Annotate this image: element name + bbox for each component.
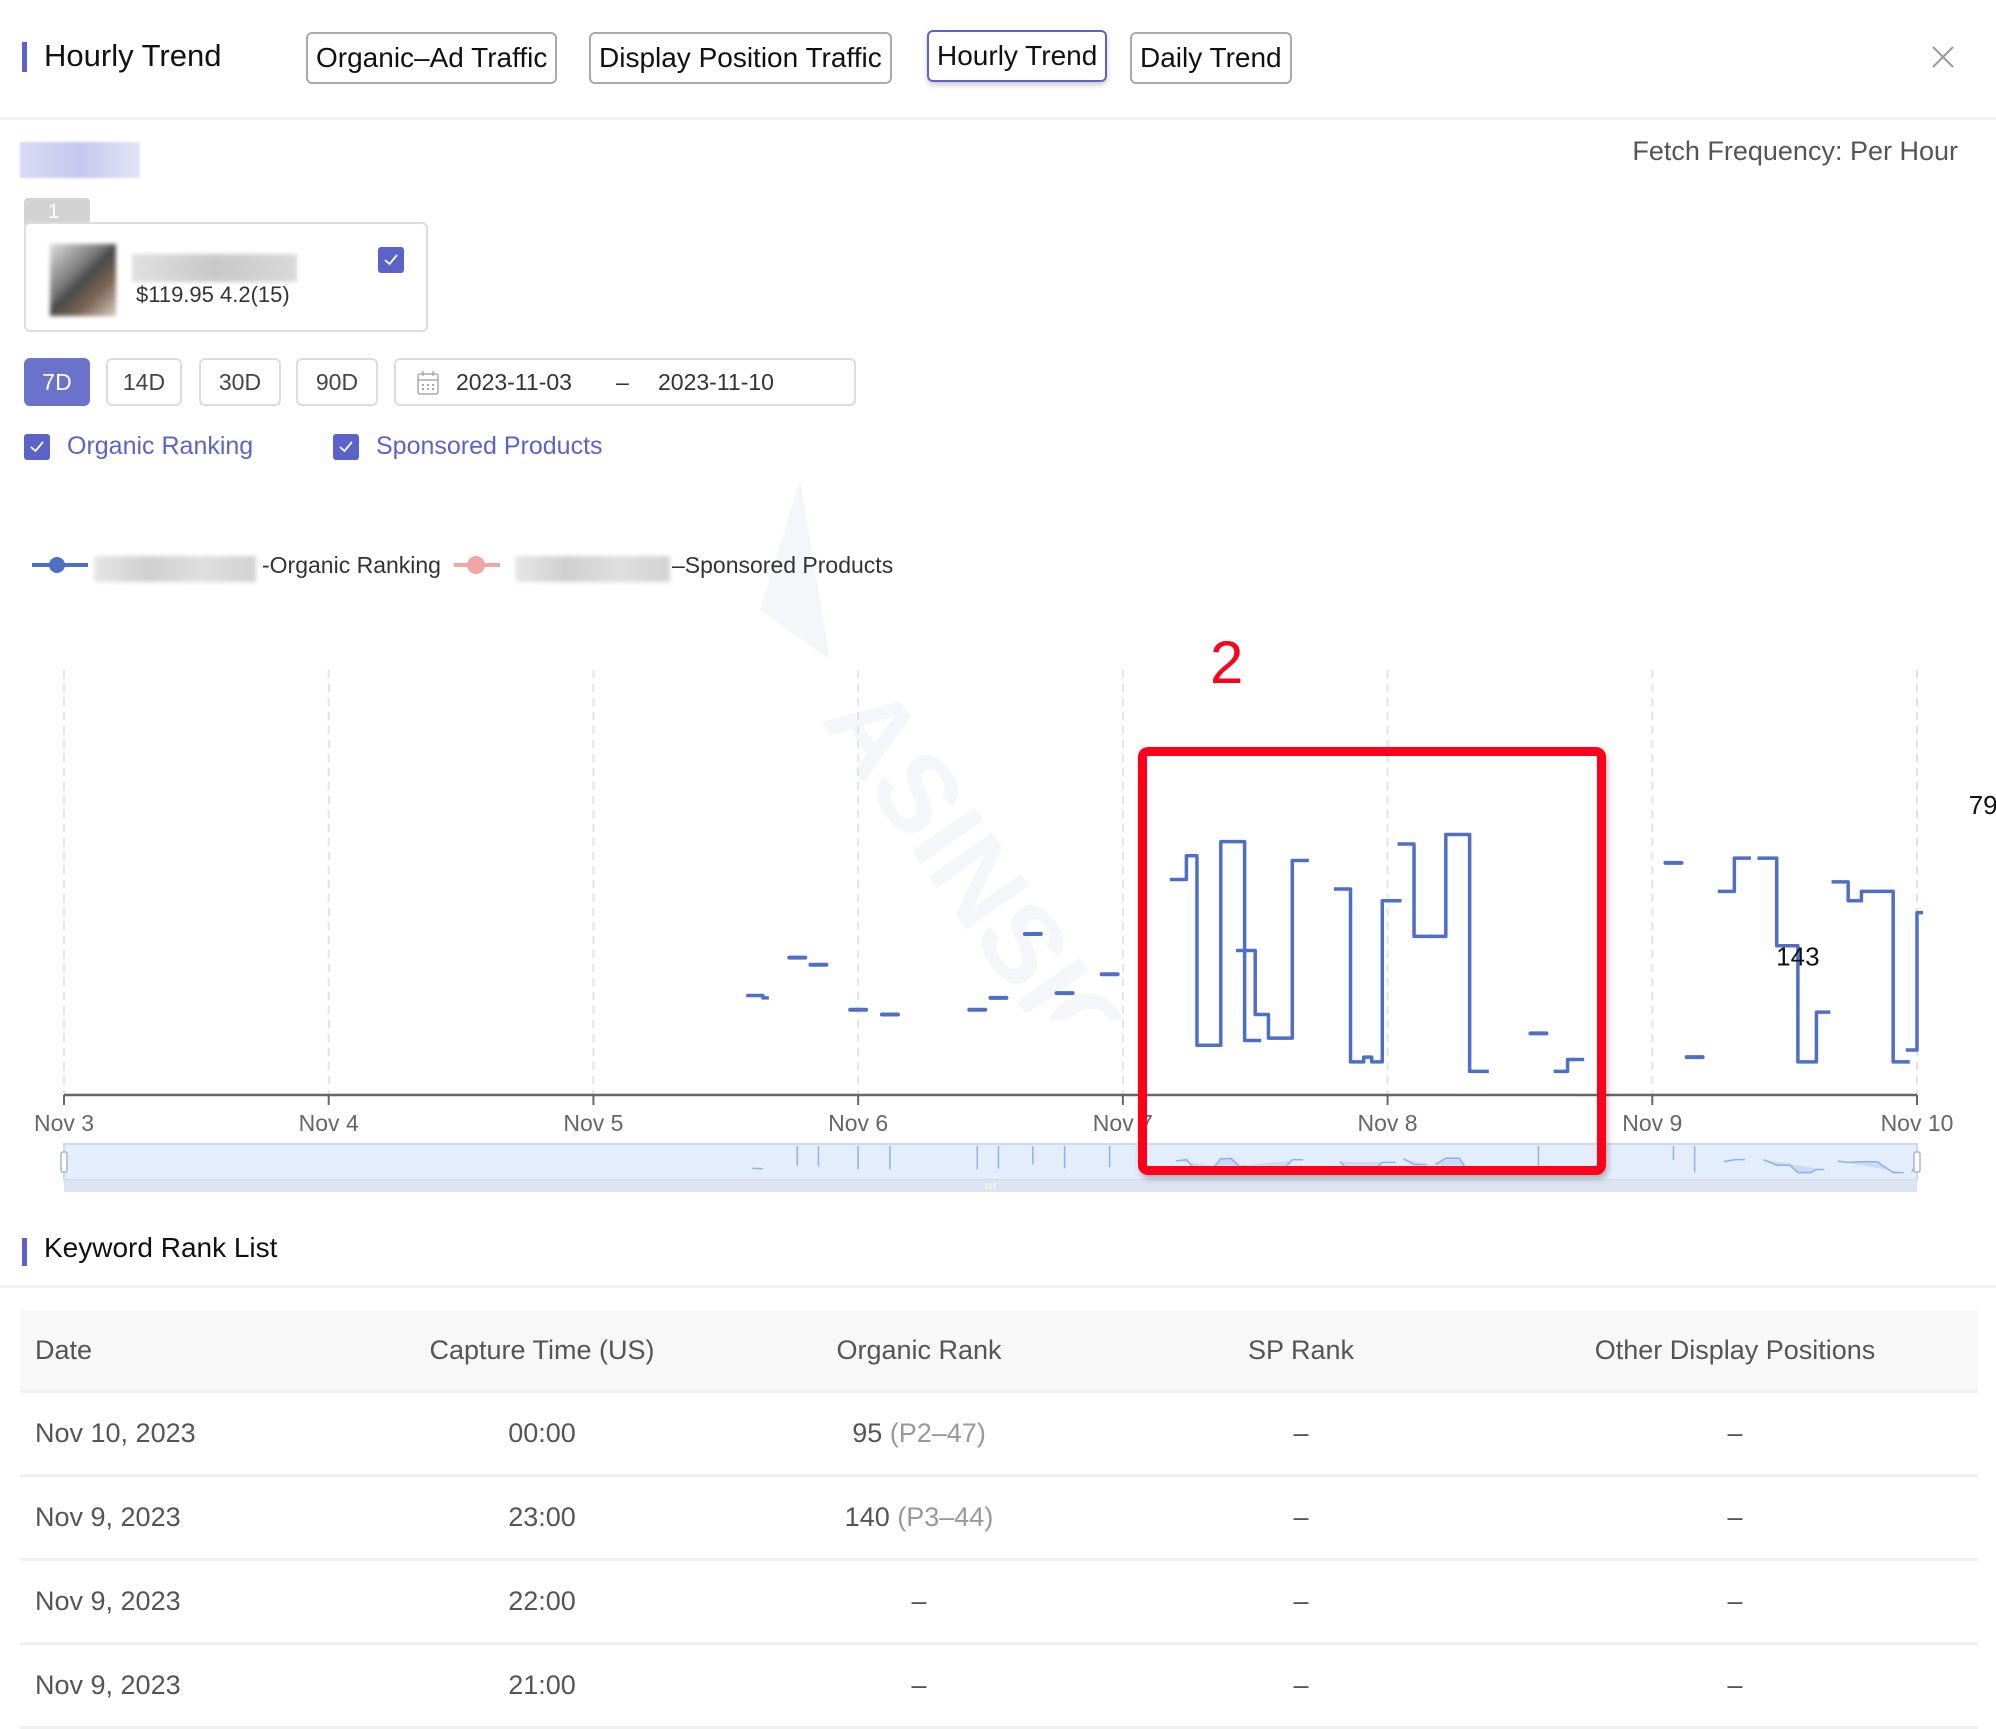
cell-other-positions: –	[1492, 1392, 1978, 1476]
cell-sp-rank: –	[1110, 1644, 1492, 1728]
cell-organic-rank: 140 (P3–44)	[728, 1476, 1110, 1560]
cell-other-positions: –	[1492, 1560, 1978, 1644]
x-tick-label: Nov 10	[1881, 1110, 1954, 1137]
cell-date: Nov 9, 2023	[20, 1560, 356, 1644]
col-organic-rank[interactable]: Organic Rank	[728, 1310, 1110, 1392]
cell-organic-rank: –	[728, 1644, 1110, 1728]
cell-date: Nov 10, 2023	[20, 1392, 356, 1476]
series-line	[1718, 858, 1751, 891]
cell-date: Nov 9, 2023	[20, 1644, 356, 1728]
annotation-highlight-box	[1138, 747, 1606, 1175]
cell-other-positions: –	[1492, 1476, 1978, 1560]
cell-sp-rank: –	[1110, 1392, 1492, 1476]
organic-rank-position: (P3–44)	[897, 1502, 993, 1532]
x-tick-label: Nov 9	[1622, 1110, 1682, 1137]
x-tick-label: Nov 5	[563, 1110, 623, 1137]
series-line	[1832, 882, 1910, 1062]
cell-time: 22:00	[356, 1560, 728, 1644]
section-divider	[0, 1285, 1996, 1288]
table-row: Nov 9, 2023 23:00 140 (P3–44) – –	[20, 1476, 1978, 1560]
cell-other-positions: –	[1492, 1644, 1978, 1728]
cell-date: Nov 9, 2023	[20, 1476, 356, 1560]
zoom-handle-left[interactable]	[61, 1152, 67, 1172]
col-date[interactable]: Date	[20, 1310, 356, 1392]
organic-rank-value: –	[911, 1670, 926, 1700]
series-line	[746, 996, 769, 998]
section-accent-bar	[22, 1238, 27, 1266]
zoom-slider-track[interactable]	[64, 1144, 1917, 1180]
cell-organic-rank: 95 (P2–47)	[728, 1392, 1110, 1476]
organic-rank-value: 140	[845, 1502, 890, 1532]
organic-rank-position: (P2–47)	[890, 1418, 986, 1448]
organic-rank-value: –	[911, 1586, 926, 1616]
table-row: Nov 9, 2023 22:00 – – –	[20, 1560, 1978, 1644]
table-row: Nov 9, 2023 21:00 – – –	[20, 1644, 1978, 1728]
organic-rank-value: 95	[852, 1418, 882, 1448]
zoom-handle-right[interactable]	[1914, 1152, 1920, 1172]
cell-time: 23:00	[356, 1476, 728, 1560]
x-tick-label: Nov 6	[828, 1110, 888, 1137]
series-line	[1906, 913, 1923, 1050]
annotation-number: 2	[1210, 628, 1243, 697]
x-tick-label: Nov 4	[299, 1110, 359, 1137]
table-row: Nov 10, 2023 00:00 95 (P2–47) – –	[20, 1392, 1978, 1476]
cell-time: 00:00	[356, 1392, 728, 1476]
cell-organic-rank: –	[728, 1560, 1110, 1644]
data-label: 143	[1776, 942, 1819, 972]
cell-time: 21:00	[356, 1644, 728, 1728]
cell-sp-rank: –	[1110, 1560, 1492, 1644]
table-header-row: Date Capture Time (US) Organic Rank SP R…	[20, 1310, 1978, 1392]
cell-sp-rank: –	[1110, 1476, 1492, 1560]
keyword-rank-list-title: Keyword Rank List	[44, 1232, 277, 1264]
keyword-rank-table: Date Capture Time (US) Organic Rank SP R…	[20, 1310, 1978, 1729]
col-other-positions[interactable]: Other Display Positions	[1492, 1310, 1978, 1392]
hourly-trend-chart: 79 143	[0, 0, 1996, 1220]
col-capture-time[interactable]: Capture Time (US)	[356, 1310, 728, 1392]
col-sp-rank[interactable]: SP Rank	[1110, 1310, 1492, 1392]
x-tick-label: Nov 3	[34, 1110, 94, 1137]
data-label: 79	[1969, 790, 1996, 820]
